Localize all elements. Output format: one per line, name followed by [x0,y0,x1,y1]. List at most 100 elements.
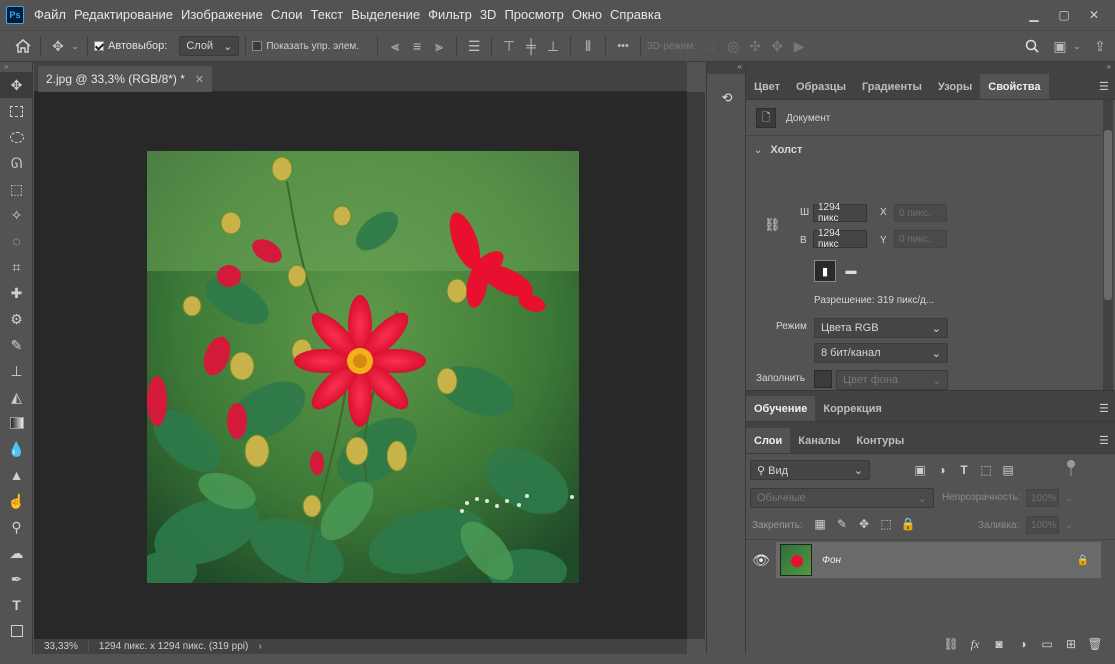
distribute-horizontal-icon[interactable]: ⦀ [577,35,599,57]
eraser-tool-icon[interactable]: ◭ [0,384,33,410]
sharpen-tool-icon[interactable]: ▲ [0,462,33,488]
ellipse-marquee-icon[interactable] [0,124,33,150]
eye-icon[interactable]: 👁 [746,542,776,578]
menu-item-1[interactable]: Редактирование [70,0,177,30]
close-icon[interactable]: ✕ [1079,4,1109,26]
align-top-icon[interactable]: ⊤ [498,35,520,57]
tab-learn[interactable]: Обучение [746,396,816,421]
lock-all-icon[interactable]: 🔒 [900,516,916,532]
maximize-icon[interactable]: ▢ [1049,4,1079,26]
more-options-icon[interactable]: ••• [612,35,634,57]
tab-patterns[interactable]: Узоры [930,74,980,99]
menu-item-6[interactable]: Фильтр [424,0,476,30]
panel-menu-icon[interactable]: ☰ [1099,396,1115,421]
tab-properties[interactable]: Свойства [980,74,1049,99]
trash-icon[interactable]: 🗑 [1087,636,1103,652]
align-middle-icon[interactable]: ╪ [520,35,542,57]
layer-filter-dropdown[interactable]: ⚲ Вид ⌄ [750,460,870,480]
panel-menu-icon[interactable]: ☰ [1099,428,1115,453]
menu-item-5[interactable]: Выделение [347,0,424,30]
brush-tool-icon[interactable]: ✎ [0,332,33,358]
smart-object-filter-icon[interactable]: ▤ [1000,462,1016,478]
chevron-right-icon[interactable]: › [258,641,261,652]
layer-style-icon[interactable]: fx [967,636,983,652]
align-right-icon[interactable]: ⫸ [428,35,450,57]
sponge-tool-icon[interactable]: ☁ [0,540,33,566]
chevron-down-icon[interactable]: ⌄ [1071,35,1083,57]
width-field[interactable]: 1294 пикс [813,202,867,224]
collapse-icon[interactable]: » [0,62,32,72]
height-field[interactable]: 1294 пикс [813,228,867,250]
autoselect-target-dropdown[interactable]: Слой ⌄ [179,36,240,56]
crop-tool-icon[interactable]: ⌗ [0,254,33,280]
tab-swatches[interactable]: Образцы [788,74,854,99]
panel-menu-icon[interactable]: ☰ [1099,74,1115,99]
shape-layer-filter-icon[interactable]: ⬚ [978,462,994,478]
magic-wand-icon[interactable]: ✧ [0,202,33,228]
type-tool-icon[interactable]: T [0,592,33,618]
share-icon[interactable]: ⇪ [1089,35,1111,57]
distribute-icon[interactable]: ☰ [463,35,485,57]
landscape-orientation-icon[interactable]: ▬ [842,262,860,280]
collapse-icon[interactable]: « [707,62,745,74]
layer-row[interactable]: 👁 Фон 🔒 [746,542,1101,578]
group-folder-icon[interactable]: ▭ [1039,636,1055,652]
blur-tool-icon[interactable]: 💧 [0,436,33,462]
properties-scrollbar[interactable] [1103,100,1113,390]
align-left-icon[interactable]: ⫷ [384,35,406,57]
menu-item-9[interactable]: Окно [568,0,606,30]
collapse-icon[interactable]: » [746,62,1115,74]
tab-paths[interactable]: Контуры [848,428,912,453]
menu-item-2[interactable]: Изображение [177,0,267,30]
pixel-layer-filter-icon[interactable]: ▣ [912,462,928,478]
menu-item-3[interactable]: Слои [267,0,307,30]
show-transform-checkbox[interactable] [252,41,263,51]
smudge-tool-icon[interactable]: ☝ [0,488,33,514]
healing-brush-icon[interactable]: ✚ [0,280,33,306]
lock-transparency-icon[interactable]: ▦ [812,516,828,532]
quick-select-icon[interactable]: ◌ [0,228,33,254]
move-tool-icon[interactable]: ✥ [47,35,69,57]
canvas-scrollbar[interactable] [687,92,705,639]
fill-swatch[interactable] [814,370,832,388]
tab-channels[interactable]: Каналы [790,428,848,453]
tab-adjustments[interactable]: Коррекция [815,396,889,421]
add-mask-icon[interactable]: ◙ [991,636,1007,652]
rectangle-tool-icon[interactable] [0,618,33,644]
home-icon[interactable] [12,35,34,57]
workspace-icon[interactable]: ▣ [1049,35,1071,57]
object-select-icon[interactable]: ⬚ [0,176,33,202]
new-layer-icon[interactable]: ⊞ [1063,636,1079,652]
lock-artboard-icon[interactable]: ⬚ [878,516,894,532]
link-icon[interactable]: ⛓ [764,217,781,233]
type-layer-filter-icon[interactable]: T [956,462,972,478]
document-tab[interactable]: 2.jpg @ 33,3% (RGB/8*) * ✕ [38,66,213,92]
tab-gradients[interactable]: Градиенты [854,74,930,99]
gradient-tool-icon[interactable] [0,410,33,436]
chevron-down-icon[interactable]: ⌄ [69,35,81,57]
menu-item-4[interactable]: Текст [307,0,348,30]
autoselect-checkbox[interactable] [94,41,104,51]
minimize-icon[interactable]: ▁ [1019,4,1049,26]
tab-layers[interactable]: Слои [746,428,791,453]
pen-tool-icon[interactable]: ✒ [0,566,33,592]
bit-depth-dropdown[interactable]: 8 бит/канал ⌄ [814,343,948,363]
lock-pixels-icon[interactable]: ✎ [834,516,850,532]
dodge-tool-icon[interactable]: ⚲ [0,514,33,540]
adjustment-layer-icon[interactable]: ◑ [1015,636,1031,652]
canvas-image[interactable] [147,151,579,583]
filter-toggle[interactable] [1066,460,1076,478]
menu-item-0[interactable]: Файл [30,0,70,30]
menu-item-8[interactable]: Просмотр [500,0,567,30]
move-tool-icon[interactable]: ✥ [0,72,33,98]
menu-item-7[interactable]: 3D [476,0,501,30]
tab-color[interactable]: Цвет [746,74,788,99]
marquee-tool-icon[interactable] [0,98,33,124]
patch-tool-icon[interactable]: ⚙ [0,306,33,332]
align-bottom-icon[interactable]: ⊥ [542,35,564,57]
history-icon[interactable]: ⟲ [707,86,747,110]
lock-position-icon[interactable]: ✥ [856,516,872,532]
link-layers-icon[interactable]: ⛓ [943,636,959,652]
menu-item-10[interactable]: Справка [606,0,665,30]
adjustment-layer-filter-icon[interactable]: ◑ [934,462,950,478]
